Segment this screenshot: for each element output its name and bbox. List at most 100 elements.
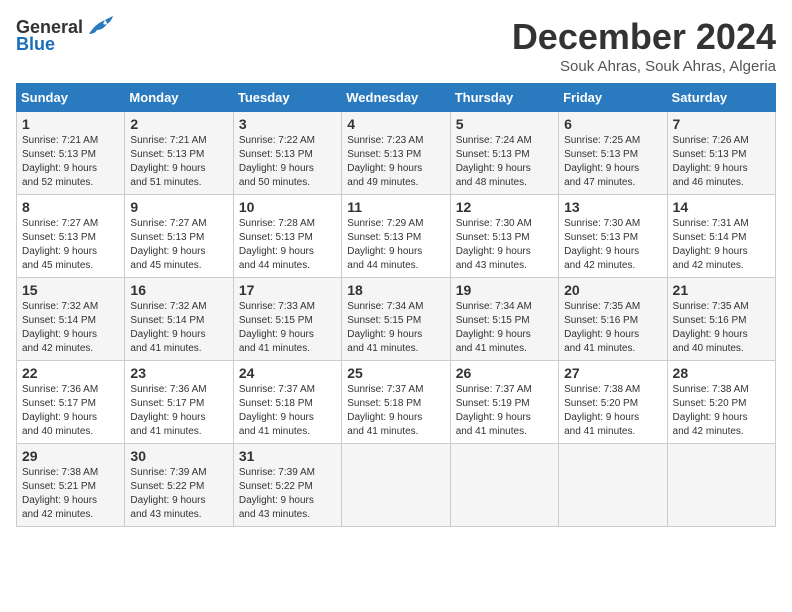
- day-number: 28: [673, 365, 770, 381]
- day-info: Sunrise: 7:27 AM Sunset: 5:13 PM Dayligh…: [22, 217, 119, 273]
- day-info: Sunrise: 7:31 AM Sunset: 5:14 PM Dayligh…: [673, 217, 770, 273]
- calendar-row-3: 22 Sunrise: 7:36 AM Sunset: 5:17 PM Dayli…: [17, 361, 776, 444]
- day-number: 5: [456, 116, 553, 132]
- day-number: 12: [456, 199, 553, 215]
- day-info: Sunrise: 7:25 AM Sunset: 5:13 PM Dayligh…: [564, 134, 661, 190]
- day-number: 29: [22, 448, 119, 464]
- calendar-cell: 7Sunrise: 7:26 AM Sunset: 5:13 PM Daylig…: [667, 112, 775, 195]
- day-number: 1: [22, 116, 119, 132]
- day-number: 25: [347, 365, 444, 381]
- calendar-header-row: SundayMondayTuesdayWednesdayThursdayFrid…: [17, 84, 776, 112]
- calendar-cell: 31Sunrise: 7:39 AM Sunset: 5:22 PM Dayli…: [233, 444, 341, 527]
- day-info: Sunrise: 7:21 AM Sunset: 5:13 PM Dayligh…: [130, 134, 227, 190]
- calendar-cell: 5 Sunrise: 7:24 AM Sunset: 5:13 PM Daylig…: [450, 112, 558, 195]
- day-info: Sunrise: 7:35 AM Sunset: 5:16 PM Dayligh…: [673, 300, 770, 356]
- calendar-cell: 17 Sunrise: 7:33 AM Sunset: 5:15 PM Dayli…: [233, 278, 341, 361]
- calendar-cell: 2 Sunrise: 7:21 AM Sunset: 5:13 PM Daylig…: [125, 112, 233, 195]
- day-number: 15: [22, 282, 119, 298]
- calendar-row-1: 8 Sunrise: 7:27 AM Sunset: 5:13 PM Daylig…: [17, 195, 776, 278]
- calendar-cell: 3 Sunrise: 7:22 AM Sunset: 5:13 PM Daylig…: [233, 112, 341, 195]
- calendar-cell: [559, 444, 667, 527]
- calendar-cell: [342, 444, 450, 527]
- day-number: 21: [673, 282, 770, 298]
- day-info: Sunrise: 7:32 AM Sunset: 5:14 PM Dayligh…: [130, 300, 227, 356]
- calendar-row-2: 15 Sunrise: 7:32 AM Sunset: 5:14 PM Dayli…: [17, 278, 776, 361]
- day-number: 11: [347, 199, 444, 215]
- weekday-header-thursday: Thursday: [450, 84, 558, 112]
- calendar-row-0: 1 Sunrise: 7:21 AM Sunset: 5:13 PM Daylig…: [17, 112, 776, 195]
- day-info: Sunrise: 7:22 AM Sunset: 5:13 PM Dayligh…: [239, 134, 336, 190]
- day-info: Sunrise: 7:34 AM Sunset: 5:15 PM Dayligh…: [456, 300, 553, 356]
- day-info: Sunrise: 7:30 AM Sunset: 5:13 PM Dayligh…: [456, 217, 553, 273]
- day-info: Sunrise: 7:38 AM Sunset: 5:21 PM Dayligh…: [22, 466, 119, 522]
- month-title: December 2024: [512, 16, 776, 58]
- calendar-cell: 26 Sunrise: 7:37 AM Sunset: 5:19 PM Dayli…: [450, 361, 558, 444]
- calendar-cell: 24 Sunrise: 7:37 AM Sunset: 5:18 PM Dayli…: [233, 361, 341, 444]
- day-info: Sunrise: 7:37 AM Sunset: 5:18 PM Dayligh…: [239, 383, 336, 439]
- calendar-cell: 13 Sunrise: 7:30 AM Sunset: 5:13 PM Dayli…: [559, 195, 667, 278]
- calendar-cell: 14 Sunrise: 7:31 AM Sunset: 5:14 PM Dayli…: [667, 195, 775, 278]
- calendar-cell: 16 Sunrise: 7:32 AM Sunset: 5:14 PM Dayli…: [125, 278, 233, 361]
- day-info: Sunrise: 7:36 AM Sunset: 5:17 PM Dayligh…: [22, 383, 119, 439]
- day-number: 23: [130, 365, 227, 381]
- calendar-cell: 21 Sunrise: 7:35 AM Sunset: 5:16 PM Dayli…: [667, 278, 775, 361]
- day-number: 2: [130, 116, 227, 132]
- day-number: 4: [347, 116, 444, 132]
- location-title: Souk Ahras, Souk Ahras, Algeria: [512, 58, 776, 75]
- day-info: Sunrise: 7:35 AM Sunset: 5:16 PM Dayligh…: [564, 300, 661, 356]
- calendar-cell: 10 Sunrise: 7:28 AM Sunset: 5:13 PM Dayli…: [233, 195, 341, 278]
- weekday-header-tuesday: Tuesday: [233, 84, 341, 112]
- day-number: 22: [22, 365, 119, 381]
- calendar-cell: 15 Sunrise: 7:32 AM Sunset: 5:14 PM Dayli…: [17, 278, 125, 361]
- day-info: Sunrise: 7:33 AM Sunset: 5:15 PM Dayligh…: [239, 300, 336, 356]
- day-number: 16: [130, 282, 227, 298]
- calendar-cell: 11 Sunrise: 7:29 AM Sunset: 5:13 PM Dayli…: [342, 195, 450, 278]
- day-number: 20: [564, 282, 661, 298]
- calendar-table: SundayMondayTuesdayWednesdayThursdayFrid…: [16, 83, 776, 527]
- day-number: 10: [239, 199, 336, 215]
- calendar-cell: [450, 444, 558, 527]
- day-number: 19: [456, 282, 553, 298]
- weekday-header-sunday: Sunday: [17, 84, 125, 112]
- calendar-cell: 30 Sunrise: 7:39 AM Sunset: 5:22 PM Dayli…: [125, 444, 233, 527]
- day-number: 26: [456, 365, 553, 381]
- logo: General Blue: [16, 16, 113, 55]
- day-info: Sunrise: 7:30 AM Sunset: 5:13 PM Dayligh…: [564, 217, 661, 273]
- day-number: 24: [239, 365, 336, 381]
- day-number: 7: [673, 116, 770, 132]
- day-info: Sunrise: 7:34 AM Sunset: 5:15 PM Dayligh…: [347, 300, 444, 356]
- logo-bird-icon: [85, 16, 113, 38]
- day-number: 6: [564, 116, 661, 132]
- calendar-cell: 29 Sunrise: 7:38 AM Sunset: 5:21 PM Dayli…: [17, 444, 125, 527]
- day-info: Sunrise: 7:23 AM Sunset: 5:13 PM Dayligh…: [347, 134, 444, 190]
- day-number: 8: [22, 199, 119, 215]
- calendar-cell: 6 Sunrise: 7:25 AM Sunset: 5:13 PM Daylig…: [559, 112, 667, 195]
- title-area: December 2024 Souk Ahras, Souk Ahras, Al…: [512, 16, 776, 75]
- calendar-cell: 28 Sunrise: 7:38 AM Sunset: 5:20 PM Dayli…: [667, 361, 775, 444]
- day-info: Sunrise: 7:37 AM Sunset: 5:19 PM Dayligh…: [456, 383, 553, 439]
- calendar-cell: 9Sunrise: 7:27 AM Sunset: 5:13 PM Daylig…: [125, 195, 233, 278]
- day-number: 17: [239, 282, 336, 298]
- calendar-cell: 8 Sunrise: 7:27 AM Sunset: 5:13 PM Daylig…: [17, 195, 125, 278]
- day-info: Sunrise: 7:32 AM Sunset: 5:14 PM Dayligh…: [22, 300, 119, 356]
- calendar-cell: 12 Sunrise: 7:30 AM Sunset: 5:13 PM Dayli…: [450, 195, 558, 278]
- day-info: Sunrise: 7:38 AM Sunset: 5:20 PM Dayligh…: [673, 383, 770, 439]
- day-info: Sunrise: 7:39 AM Sunset: 5:22 PM Dayligh…: [130, 466, 227, 522]
- calendar-cell: 27Sunrise: 7:38 AM Sunset: 5:20 PM Dayli…: [559, 361, 667, 444]
- logo-blue-text: Blue: [16, 34, 55, 55]
- day-number: 3: [239, 116, 336, 132]
- weekday-header-monday: Monday: [125, 84, 233, 112]
- day-info: Sunrise: 7:24 AM Sunset: 5:13 PM Dayligh…: [456, 134, 553, 190]
- day-number: 14: [673, 199, 770, 215]
- weekday-header-wednesday: Wednesday: [342, 84, 450, 112]
- day-number: 30: [130, 448, 227, 464]
- day-info: Sunrise: 7:28 AM Sunset: 5:13 PM Dayligh…: [239, 217, 336, 273]
- day-info: Sunrise: 7:36 AM Sunset: 5:17 PM Dayligh…: [130, 383, 227, 439]
- day-info: Sunrise: 7:29 AM Sunset: 5:13 PM Dayligh…: [347, 217, 444, 273]
- day-number: 13: [564, 199, 661, 215]
- weekday-header-saturday: Saturday: [667, 84, 775, 112]
- calendar-cell: 20 Sunrise: 7:35 AM Sunset: 5:16 PM Dayli…: [559, 278, 667, 361]
- day-info: Sunrise: 7:39 AM Sunset: 5:22 PM Dayligh…: [239, 466, 336, 522]
- day-info: Sunrise: 7:38 AM Sunset: 5:20 PM Dayligh…: [564, 383, 661, 439]
- calendar-cell: 25Sunrise: 7:37 AM Sunset: 5:18 PM Dayli…: [342, 361, 450, 444]
